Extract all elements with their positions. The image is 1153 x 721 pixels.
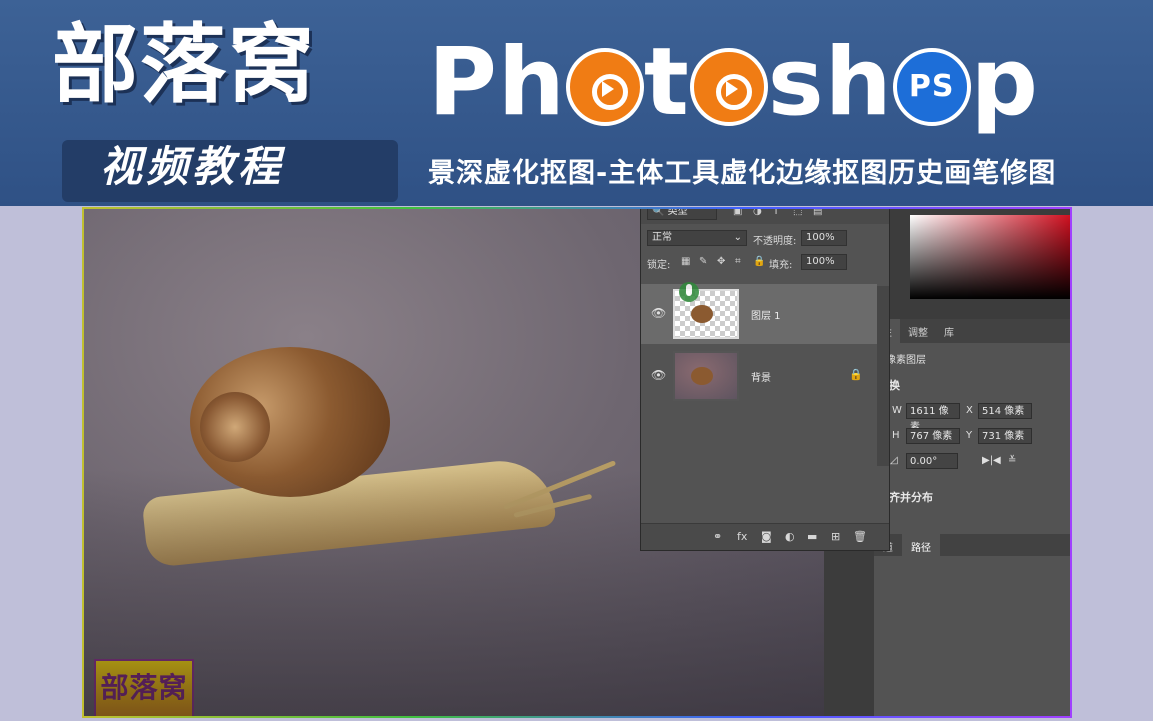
adjustment-layer-icon[interactable]: ◐ (785, 530, 795, 543)
flip-horizontal-icon[interactable]: ▶|◀ (982, 455, 1001, 466)
blend-mode-select[interactable]: 正常 ⌄ (647, 230, 747, 246)
link-layers-icon[interactable]: ⚭ (713, 530, 722, 543)
kind-filter-select[interactable]: 🔍 类型 (647, 207, 717, 220)
x-field[interactable]: 514 像素 (978, 403, 1032, 419)
fill-label: 填充: (769, 260, 793, 271)
paths-tabs: 道 路径 (874, 534, 1070, 556)
lock-icon: 🔒 (849, 368, 863, 381)
trash-icon[interactable]: 🗑 (853, 530, 867, 543)
new-layer-icon[interactable]: ⊞ (831, 530, 840, 543)
x-label: X (966, 405, 973, 416)
h-label: H (892, 430, 900, 441)
angle-icon: ◿ (890, 455, 898, 466)
fx-icon[interactable]: fx (737, 530, 747, 543)
layer-name: 背景 (751, 373, 771, 384)
title-banner: 部落窝 视频教程 Ph t sh PS p 景深虚化抠图-主体工具虚化边缘抠图历史画笔修… (0, 0, 1153, 206)
snail-thumbnail (691, 367, 713, 385)
ps-badge-icon: PS (892, 48, 971, 126)
layer-type-label: 像素图层 (886, 355, 926, 366)
w-label: W (892, 405, 902, 416)
eye-icon[interactable]: 👁 (651, 368, 666, 382)
add-mask-icon[interactable]: ◙ (761, 530, 772, 543)
snail-tentacle (513, 493, 593, 518)
snail-shell (190, 347, 390, 497)
paths-panel: 道 路径 (874, 534, 1070, 716)
width-field[interactable]: 1611 像素 (906, 403, 960, 433)
wordmark-mid1: t (643, 28, 690, 137)
eye-icon[interactable]: 👁 (651, 306, 666, 320)
photoshop-screen: 部落窝 性 调整 库 像素图层 变换 W 1611 像素 X 514 像素 H … (82, 207, 1072, 718)
snail-thumbnail (691, 305, 713, 323)
layers-footer: ⚭ fx ◙ ◐ ▬ ⊞ 🗑 (641, 523, 889, 550)
filter-pixel-icon[interactable]: ▣ (733, 209, 742, 217)
corner-watermark-logo: 部落窝 (94, 659, 194, 716)
lock-label: 锁定: (647, 260, 671, 271)
opacity-label: 不透明度: (753, 236, 797, 247)
lock-move-icon[interactable]: ✥ (717, 256, 725, 267)
filter-type-icon[interactable]: T (773, 209, 779, 217)
layer-row[interactable]: 👁 背景 🔒 (641, 346, 877, 406)
blend-mode-value: 正常 (652, 232, 672, 243)
filter-adjust-icon[interactable]: ◑ (753, 209, 762, 217)
layers-filter-row: 🔍 类型 ▣ ◑ T ⬚ ▤ (641, 207, 889, 224)
chevron-down-icon: ⌄ (733, 232, 742, 243)
snail-body (141, 455, 557, 569)
properties-panel: 性 调整 库 像素图层 变换 W 1611 像素 X 514 像素 H 767 … (874, 319, 1070, 534)
brand-logo-text: 部落窝 (52, 15, 316, 115)
color-picker-field[interactable] (910, 215, 1070, 299)
course-label: 视频教程 (100, 142, 285, 191)
photoshop-wordmark: Ph t sh PS p (428, 36, 1039, 130)
kind-filter-label: 类型 (667, 207, 688, 217)
angle-field[interactable]: 0.00° (906, 453, 958, 469)
play-circle-icon (565, 48, 644, 126)
layer-name: 图层 1 (751, 311, 781, 322)
tab-adjustments[interactable]: 调整 (900, 319, 936, 343)
new-group-icon[interactable]: ▬ (807, 530, 817, 543)
properties-tabs: 性 调整 库 (874, 319, 1070, 343)
height-field[interactable]: 767 像素 (906, 428, 960, 444)
lock-transparent-icon[interactable]: ▦ (681, 256, 690, 267)
layer-thumbnail (673, 351, 739, 401)
filter-shape-icon[interactable]: ⬚ (793, 209, 802, 217)
pointer-cursor-icon (679, 282, 699, 302)
flip-vertical-icon[interactable]: ≚ (1008, 455, 1016, 466)
lock-all-icon[interactable]: 🔒 (753, 256, 765, 267)
layer-row[interactable]: 👁 图层 1 (641, 284, 877, 344)
layers-panel: 🔍 类型 ▣ ◑ T ⬚ ▤ 正常 ⌄ 不透明度: 100% 锁定: ▦ ✎ ✥ … (640, 207, 890, 551)
lock-paint-icon[interactable]: ✎ (699, 256, 707, 267)
wordmark-suffix: p (970, 28, 1039, 137)
tab-libraries[interactable]: 库 (936, 319, 962, 343)
lesson-subtitle: 景深虚化抠图-主体工具虚化边缘抠图历史画笔修图 (428, 158, 1057, 189)
tab-paths[interactable]: 路径 (902, 534, 940, 556)
wordmark-mid2: sh (767, 28, 893, 137)
opacity-field[interactable]: 100% (801, 230, 847, 246)
y-field[interactable]: 731 像素 (978, 428, 1032, 444)
fill-field[interactable]: 100% (801, 254, 847, 270)
filter-smart-icon[interactable]: ▤ (813, 209, 822, 217)
layers-scrollbar[interactable] (877, 286, 889, 466)
y-label: Y (966, 430, 973, 441)
wordmark-prefix: Ph (428, 28, 566, 137)
play-circle-icon (689, 48, 768, 126)
lock-artboard-icon[interactable]: ⌗ (735, 256, 741, 267)
